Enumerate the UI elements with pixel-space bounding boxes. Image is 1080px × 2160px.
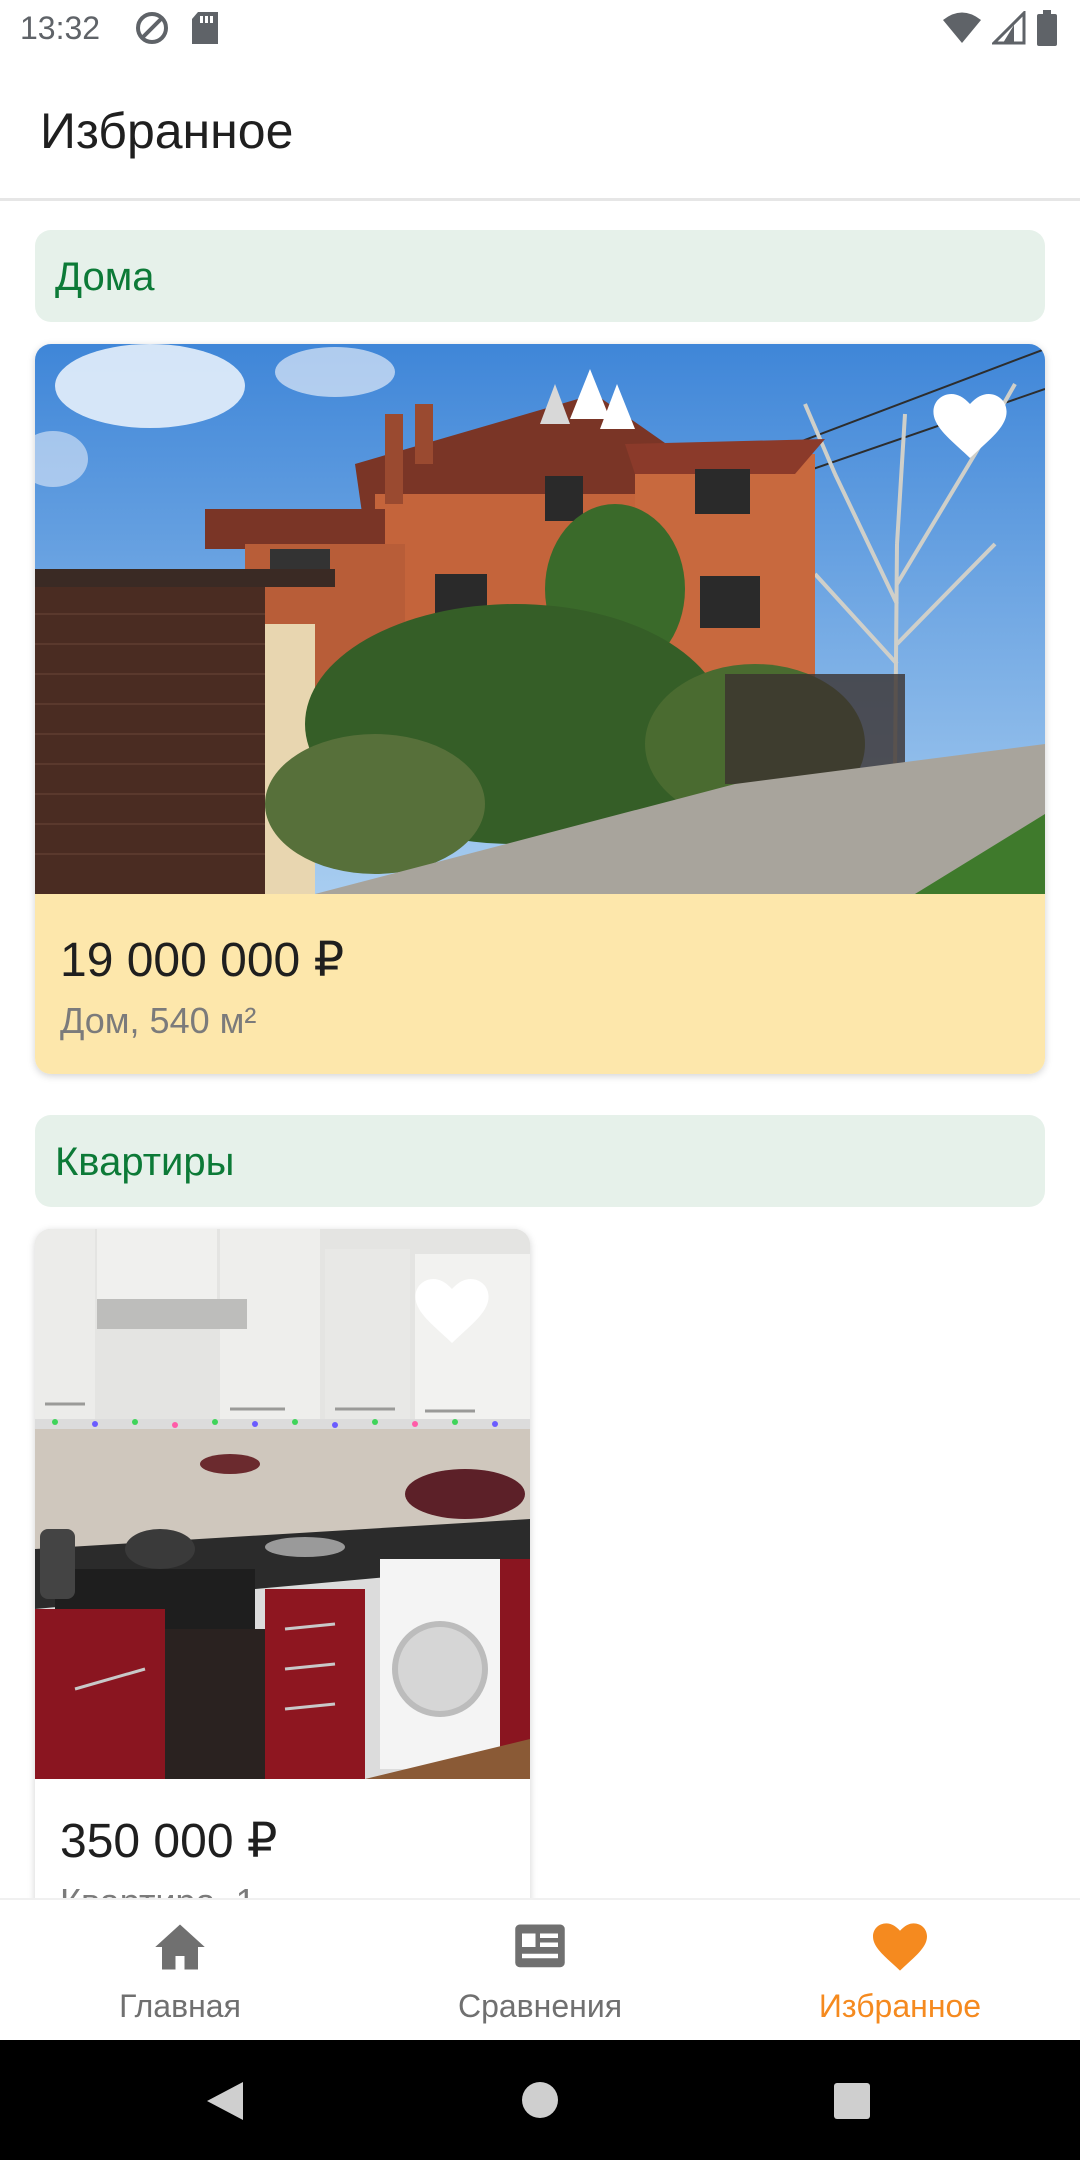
house-listing-card[interactable]: 19 000 000 ₽ Дом, 540 м² (35, 344, 1045, 1074)
compare-icon (515, 1924, 565, 1968)
listing-price: 19 000 000 ₽ (60, 934, 345, 987)
cell-signal-icon (992, 11, 1026, 45)
favorite-heart-icon[interactable] (933, 394, 1007, 458)
nav-item-comparisons[interactable]: Сравнения (360, 1900, 720, 2042)
app-bar: Избранное (0, 62, 1080, 201)
house-card-info: 19 000 000 ₽ Дом, 540 м² (35, 894, 1045, 1074)
wifi-icon (943, 12, 981, 43)
system-navigation-bar (0, 2040, 1080, 2160)
home-icon (155, 1924, 205, 1970)
listing-subtitle: Дом, 540 м² (60, 1000, 257, 1041)
apartment-listing-card[interactable]: 350 000 ₽ Квартира, 1 (35, 1229, 530, 1929)
section-title: Квартиры (55, 1140, 235, 1184)
favorite-heart-icon[interactable] (415, 1279, 489, 1343)
section-header-apartments: Квартиры (35, 1115, 1045, 1207)
home-button-icon[interactable] (520, 2080, 560, 2120)
nav-label: Сравнения (457, 1988, 623, 2024)
status-bar: 13:32 (0, 0, 1080, 62)
section-title: Дома (55, 255, 155, 299)
do-not-disturb-icon (136, 12, 168, 44)
battery-icon (1037, 10, 1057, 46)
nav-item-home[interactable]: Главная (0, 1900, 360, 2042)
nav-label: Главная (119, 1988, 241, 2024)
back-icon[interactable] (205, 2080, 245, 2122)
sd-card-icon (192, 12, 218, 44)
house-photo (35, 344, 1045, 894)
bottom-navigation: Главная Сравнения Избранное (0, 1898, 1080, 2042)
nav-label: Избранное (818, 1988, 982, 2024)
listing-price: 350 000 ₽ (60, 1815, 278, 1868)
status-time: 13:32 (20, 10, 101, 46)
nav-item-favorites[interactable]: Избранное (720, 1900, 1080, 2042)
page-title: Избранное (40, 103, 294, 159)
recent-apps-icon[interactable] (833, 2082, 871, 2120)
heart-icon (873, 1923, 927, 1971)
section-header-houses: Дома (35, 230, 1045, 322)
